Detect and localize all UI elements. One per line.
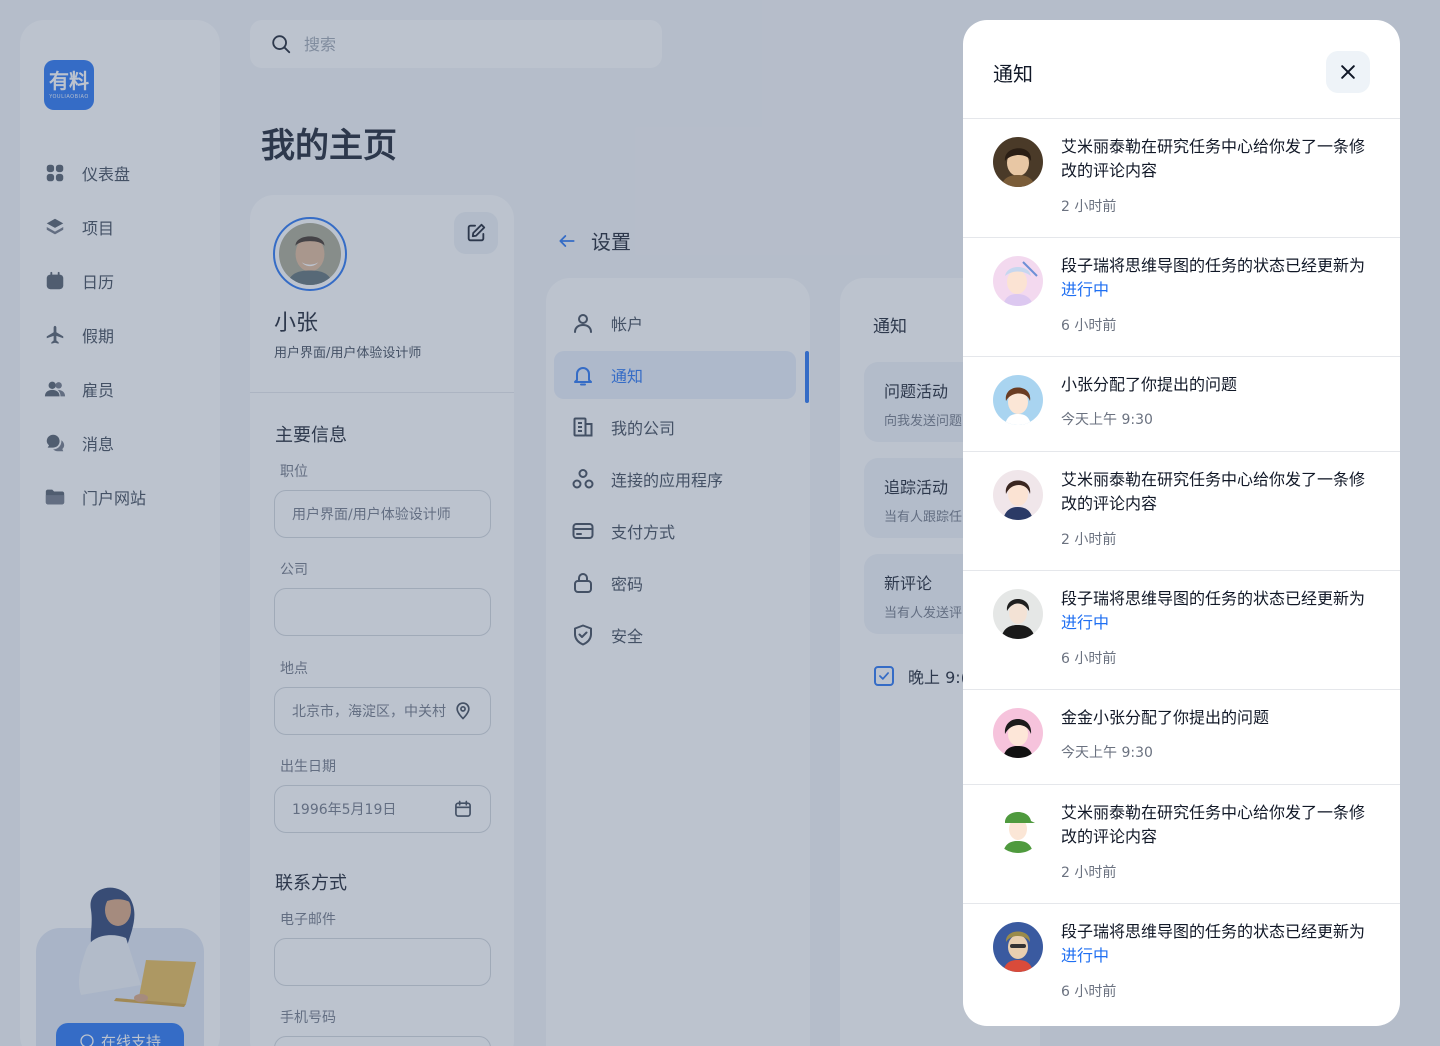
avatar: [993, 470, 1043, 520]
close-icon: [1341, 65, 1355, 79]
notification-message: 金金小张分配了你提出的问题: [1061, 708, 1270, 727]
avatar: [993, 137, 1043, 187]
notification-text: 小张分配了你提出的问题: [1061, 373, 1371, 397]
notification-time: 2 小时前: [1061, 532, 1117, 548]
notification-item[interactable]: 段子瑞将思维导图的任务的状态已经更新为进行中 6 小时前: [963, 571, 1400, 690]
notification-message: 艾米丽泰勒在研究任务中心给你发了一条修改的评论内容: [1061, 470, 1366, 513]
status-highlight[interactable]: 进行中: [1061, 280, 1109, 299]
notification-item[interactable]: 艾米丽泰勒在研究任务中心给你发了一条修改的评论内容 2 小时前: [963, 785, 1400, 904]
avatar: [993, 708, 1043, 758]
notification-text: 艾米丽泰勒在研究任务中心给你发了一条修改的评论内容: [1061, 801, 1371, 849]
avatar: [993, 256, 1043, 306]
avatar: [993, 803, 1043, 853]
notification-time: 2 小时前: [1061, 865, 1117, 881]
app-root: 有料 YOULIAOBIAO 仪表盘 项目 日历 假期 雇员 消息 门户网站 在…: [0, 0, 1440, 1046]
notification-time: 今天上午 9:30: [1061, 412, 1153, 428]
notification-message: 艾米丽泰勒在研究任务中心给你发了一条修改的评论内容: [1061, 137, 1366, 180]
notification-item[interactable]: 段子瑞将思维导图的任务的状态已经更新为进行中 6 小时前: [963, 904, 1400, 1026]
notification-item[interactable]: 小张分配了你提出的问题 今天上午 9:30: [963, 357, 1400, 452]
panel-title: 通知: [993, 62, 1033, 86]
notification-time: 6 小时前: [1061, 651, 1117, 667]
notification-message: 段子瑞将思维导图的任务的状态已经更新为: [1061, 256, 1366, 275]
avatar: [993, 922, 1043, 972]
notification-message: 段子瑞将思维导图的任务的状态已经更新为: [1061, 922, 1366, 941]
notification-text: 金金小张分配了你提出的问题: [1061, 706, 1371, 730]
notification-message: 艾米丽泰勒在研究任务中心给你发了一条修改的评论内容: [1061, 803, 1366, 846]
notification-text: 段子瑞将思维导图的任务的状态已经更新为进行中: [1061, 254, 1371, 302]
notification-item[interactable]: 金金小张分配了你提出的问题 今天上午 9:30: [963, 690, 1400, 785]
notification-time: 今天上午 9:30: [1061, 745, 1153, 761]
notification-item[interactable]: 段子瑞将思维导图的任务的状态已经更新为进行中 6 小时前: [963, 238, 1400, 357]
status-highlight[interactable]: 进行中: [1061, 613, 1109, 632]
notification-text: 艾米丽泰勒在研究任务中心给你发了一条修改的评论内容: [1061, 468, 1371, 516]
notification-time: 6 小时前: [1061, 318, 1117, 334]
notification-item[interactable]: 艾米丽泰勒在研究任务中心给你发了一条修改的评论内容 2 小时前: [963, 452, 1400, 571]
notification-message: 段子瑞将思维导图的任务的状态已经更新为: [1061, 589, 1366, 608]
notification-message: 小张分配了你提出的问题: [1061, 375, 1238, 394]
close-panel-button[interactable]: [1326, 51, 1370, 93]
notification-panel: 通知 艾米丽泰勒在研究任务中心给你发了一条修改的评论内容 2 小时前 段子瑞将思…: [963, 20, 1400, 1026]
status-highlight[interactable]: 进行中: [1061, 946, 1109, 965]
notification-text: 段子瑞将思维导图的任务的状态已经更新为进行中: [1061, 920, 1371, 968]
notification-text: 段子瑞将思维导图的任务的状态已经更新为进行中: [1061, 587, 1371, 635]
notification-text: 艾米丽泰勒在研究任务中心给你发了一条修改的评论内容: [1061, 135, 1371, 183]
notification-time: 6 小时前: [1061, 984, 1117, 1000]
notification-time: 2 小时前: [1061, 199, 1117, 215]
avatar: [993, 589, 1043, 639]
notification-item[interactable]: 艾米丽泰勒在研究任务中心给你发了一条修改的评论内容 2 小时前: [963, 119, 1400, 238]
avatar: [993, 375, 1043, 425]
